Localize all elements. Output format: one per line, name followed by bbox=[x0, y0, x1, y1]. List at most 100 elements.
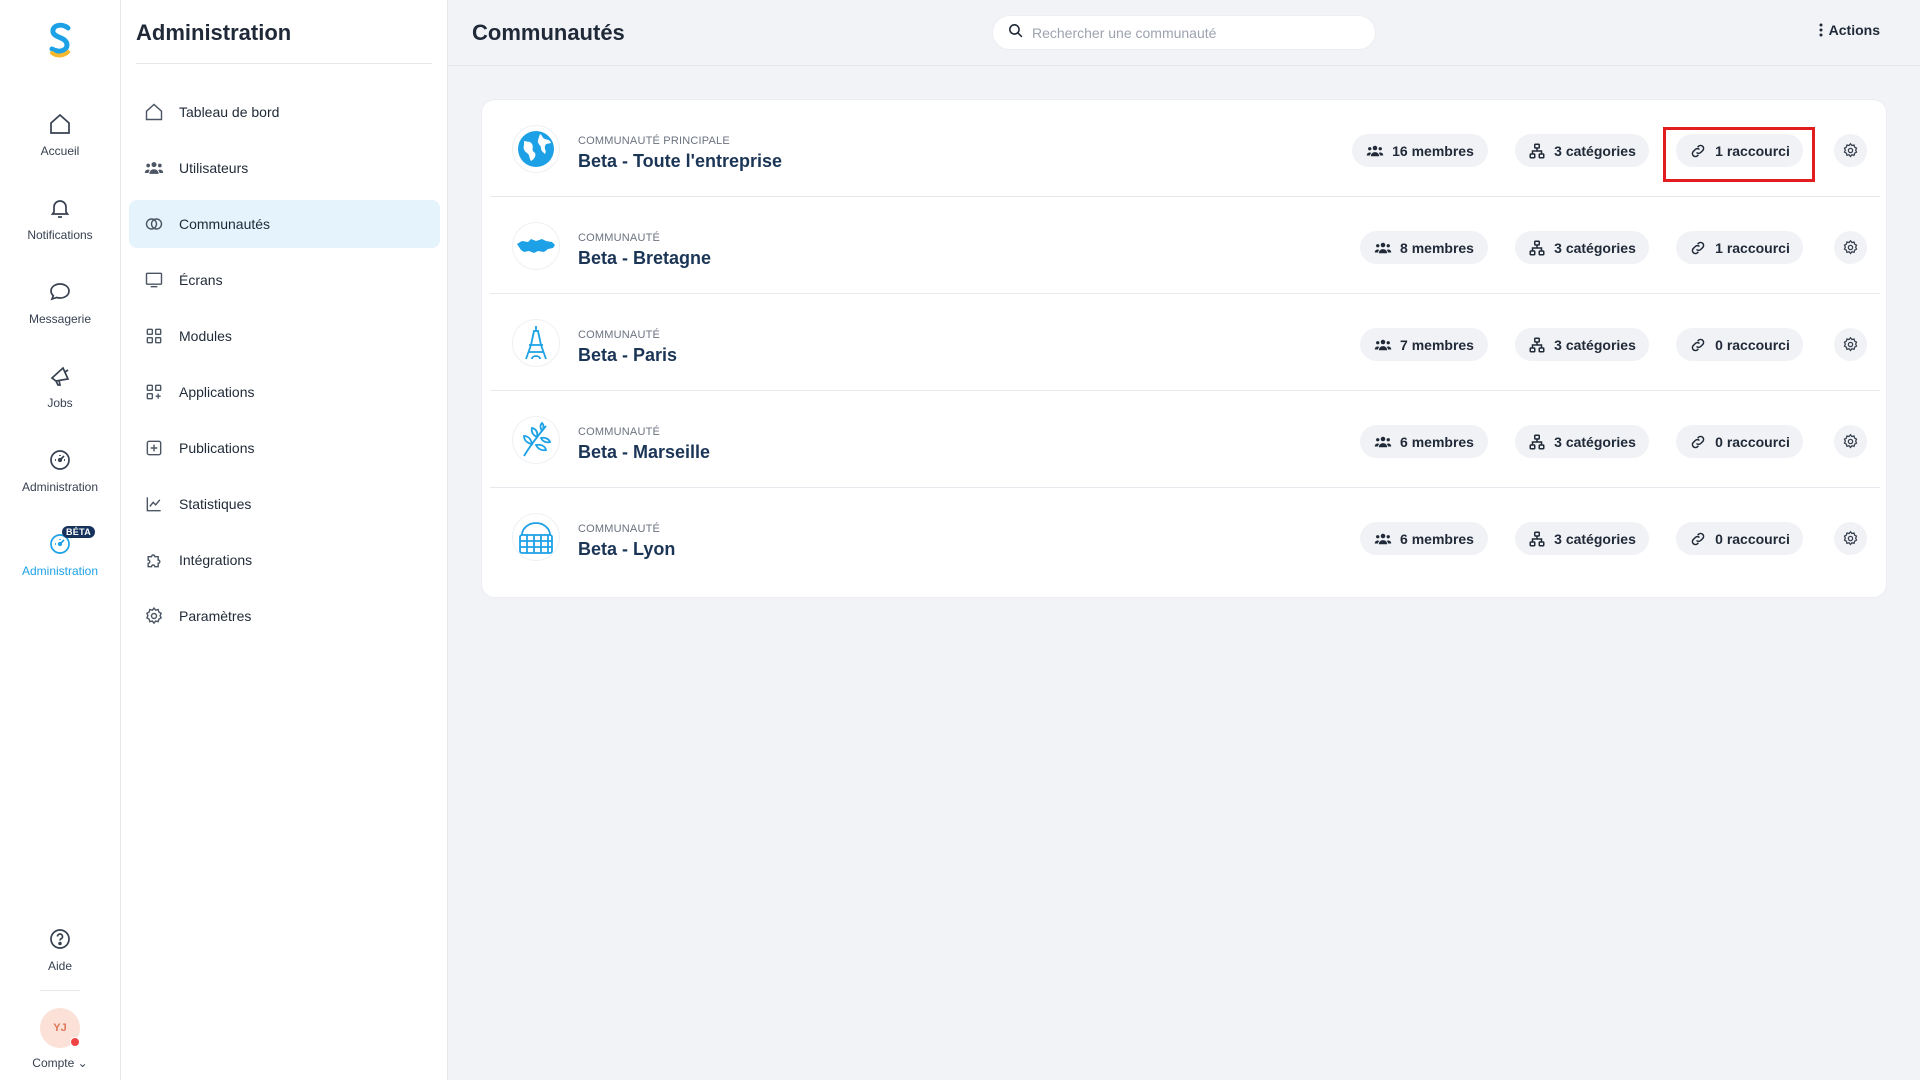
menu-item-statistiques[interactable]: Statistiques bbox=[129, 480, 440, 528]
categories-button[interactable]: 3 catégories bbox=[1515, 328, 1649, 361]
rail-item-accueil[interactable]: Accueil bbox=[0, 110, 120, 158]
monitor-icon bbox=[143, 269, 165, 291]
actions-menu-button[interactable]: Actions bbox=[1819, 22, 1880, 38]
menu-item-label: Modules bbox=[179, 328, 232, 344]
menu-item-label: Communautés bbox=[179, 216, 271, 232]
members-count: 7 membres bbox=[1400, 336, 1474, 353]
rail-item-messagerie[interactable]: Messagerie bbox=[0, 278, 120, 326]
beta-badge: BÉTA bbox=[62, 526, 96, 538]
menu-item-publications[interactable]: Publications bbox=[129, 424, 440, 472]
members-count: 6 membres bbox=[1400, 530, 1474, 547]
members-count: 16 membres bbox=[1392, 142, 1474, 159]
users-icon bbox=[1374, 239, 1392, 257]
categories-count: 3 catégories bbox=[1554, 433, 1636, 450]
members-button[interactable]: 7 membres bbox=[1360, 328, 1488, 361]
community-row[interactable]: COMMUNAUTÉ Beta - Paris 7 membres 3 caté… bbox=[490, 294, 1880, 391]
categories-button[interactable]: 3 catégories bbox=[1515, 425, 1649, 458]
shortcuts-button[interactable]: 0 raccourci bbox=[1676, 522, 1803, 555]
chat-icon bbox=[46, 278, 74, 306]
home-icon bbox=[143, 101, 165, 123]
rail-item-administration[interactable]: Administration bbox=[0, 446, 120, 494]
menu-item-utilisateurs[interactable]: Utilisateurs bbox=[129, 144, 440, 192]
eiffel-tower-icon bbox=[512, 319, 560, 367]
shortcuts-button[interactable]: 1 raccourci bbox=[1676, 231, 1803, 264]
shortcuts-button[interactable]: 0 raccourci bbox=[1676, 328, 1803, 361]
rail-item-label: Aide bbox=[47, 959, 73, 973]
shortcuts-count: 0 raccourci bbox=[1715, 336, 1790, 353]
menu-item-applications[interactable]: Applications bbox=[129, 368, 440, 416]
rail-item-administration-beta[interactable]: BÉTA Administration bbox=[0, 526, 120, 578]
status-dot bbox=[70, 1037, 80, 1047]
menu-item-label: Paramètres bbox=[179, 608, 252, 624]
community-name: Beta - Marseille bbox=[578, 442, 711, 462]
menu-item-label: Tableau de bord bbox=[179, 104, 280, 120]
rail-item-jobs[interactable]: Jobs bbox=[0, 362, 120, 410]
users-icon bbox=[1374, 530, 1392, 548]
shortcuts-count: 0 raccourci bbox=[1715, 433, 1790, 450]
members-button[interactable]: 8 membres bbox=[1360, 231, 1488, 264]
community-row[interactable]: COMMUNAUTÉ Beta - Marseille 6 membres 3 … bbox=[490, 391, 1880, 488]
community-settings-button[interactable] bbox=[1834, 522, 1867, 555]
hierarchy-icon bbox=[1528, 142, 1546, 160]
highlight-box bbox=[1663, 127, 1815, 182]
menu-item-tableau-de-bord[interactable]: Tableau de bord bbox=[129, 88, 440, 136]
community-kind: COMMUNAUTÉ bbox=[578, 232, 661, 244]
members-button[interactable]: 6 membres bbox=[1360, 522, 1488, 555]
help-icon bbox=[46, 925, 74, 953]
link-icon bbox=[1689, 239, 1707, 257]
members-button[interactable]: 16 membres bbox=[1352, 134, 1488, 167]
members-button[interactable]: 6 membres bbox=[1360, 425, 1488, 458]
menu-item-parametres[interactable]: Paramètres bbox=[129, 592, 440, 640]
hierarchy-icon bbox=[1528, 336, 1546, 354]
page-title: Communautés bbox=[472, 20, 625, 45]
rail-item-aide[interactable]: Aide bbox=[0, 925, 120, 973]
avatar[interactable]: YJ bbox=[40, 1008, 80, 1048]
menu-item-communautes[interactable]: Communautés bbox=[129, 200, 440, 248]
rail-item-label: Notifications bbox=[27, 228, 93, 242]
community-kind: COMMUNAUTÉ PRINCIPALE bbox=[578, 135, 730, 147]
categories-button[interactable]: 3 catégories bbox=[1515, 231, 1649, 264]
shortcuts-button[interactable]: 0 raccourci bbox=[1676, 425, 1803, 458]
categories-count: 3 catégories bbox=[1554, 239, 1636, 256]
bretagne-map-icon bbox=[512, 222, 560, 270]
menu-item-modules[interactable]: Modules bbox=[129, 312, 440, 360]
page-header: Communautés Actions bbox=[448, 0, 1920, 66]
rail-item-label: Administration bbox=[21, 564, 99, 578]
search-icon bbox=[1007, 22, 1024, 44]
community-settings-button[interactable] bbox=[1834, 134, 1867, 167]
search-box[interactable] bbox=[992, 15, 1376, 50]
rail-item-notifications[interactable]: Notifications bbox=[0, 194, 120, 242]
avatar-initials: YJ bbox=[53, 1022, 67, 1034]
search-input[interactable] bbox=[1032, 24, 1352, 41]
grid-icon bbox=[143, 325, 165, 347]
hierarchy-icon bbox=[1528, 239, 1546, 257]
community-row[interactable]: COMMUNAUTÉ Beta - Lyon 6 membres 3 catég… bbox=[490, 488, 1880, 585]
gauge-icon bbox=[46, 446, 74, 474]
bell-icon bbox=[46, 194, 74, 222]
rail-divider bbox=[40, 990, 80, 991]
community-row[interactable]: COMMUNAUTÉ Beta - Bretagne 8 membres 3 c… bbox=[490, 197, 1880, 294]
account-menu[interactable]: YJ Compte ⌄ bbox=[0, 1008, 120, 1070]
app-logo[interactable] bbox=[44, 20, 76, 60]
account-label: Compte ⌄ bbox=[32, 1056, 88, 1070]
users-icon bbox=[1374, 336, 1392, 354]
menu-item-ecrans[interactable]: Écrans bbox=[129, 256, 440, 304]
community-settings-button[interactable] bbox=[1834, 231, 1867, 264]
community-settings-button[interactable] bbox=[1834, 328, 1867, 361]
gear-icon bbox=[1842, 142, 1859, 159]
categories-count: 3 catégories bbox=[1554, 530, 1636, 547]
link-icon bbox=[1689, 433, 1707, 451]
community-settings-button[interactable] bbox=[1834, 425, 1867, 458]
members-count: 8 membres bbox=[1400, 239, 1474, 256]
categories-button[interactable]: 3 catégories bbox=[1515, 134, 1649, 167]
categories-button[interactable]: 3 catégories bbox=[1515, 522, 1649, 555]
menu-item-label: Intégrations bbox=[179, 552, 253, 568]
plus-square-icon bbox=[143, 437, 165, 459]
hierarchy-icon bbox=[1528, 530, 1546, 548]
users-icon bbox=[143, 157, 165, 179]
gear-icon bbox=[1842, 433, 1859, 450]
actions-label: Actions bbox=[1828, 22, 1880, 38]
menu-item-label: Publications bbox=[179, 440, 255, 456]
menu-item-integrations[interactable]: Intégrations bbox=[129, 536, 440, 584]
rail-item-label: Accueil bbox=[40, 144, 80, 158]
